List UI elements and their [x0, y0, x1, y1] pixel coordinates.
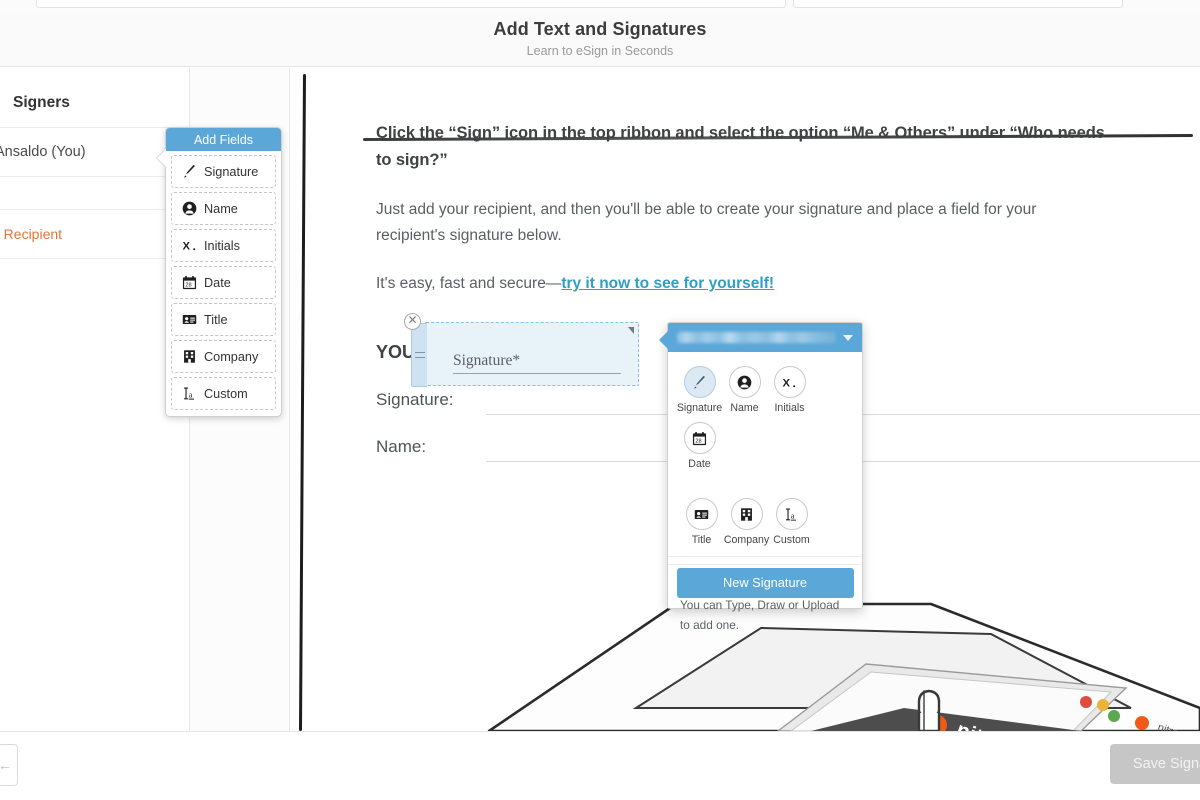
svg-text:28: 28 [695, 438, 701, 444]
signature-popup-tools-row1: Signature Name X Initials 28 Date [668, 352, 862, 484]
document-paragraph-1: Just add your recipient, and then you'll… [376, 201, 1037, 244]
signature-popup-footer: New Signature [668, 556, 862, 608]
field-label: Name [204, 201, 238, 216]
building-icon [181, 349, 197, 365]
initials-icon: X [181, 238, 197, 254]
modal-header: Add Text and Signatures Learn to eSign i… [0, 10, 1200, 67]
tool-title[interactable]: Title [679, 498, 724, 546]
document-heading: Click the “Sign” icon in the top ribbon … [376, 124, 1105, 169]
new-signature-button[interactable]: New Signature [676, 567, 854, 598]
initials-icon: X [773, 366, 806, 398]
field-label: Company [204, 349, 259, 364]
illustration-brand-small: nitro [1156, 721, 1180, 731]
illustration-brand: nitro [953, 718, 1005, 731]
divider [0, 176, 190, 177]
id-card-icon [181, 312, 197, 328]
signature-popup-header[interactable] [668, 323, 862, 352]
modal-footer: ← [0, 731, 1200, 800]
add-fields-title: Add Fields [166, 128, 281, 151]
custom-text-icon: a [181, 386, 197, 402]
field-label: Title [204, 312, 228, 327]
account-email-redacted [677, 332, 836, 343]
tool-company[interactable]: Company [724, 498, 769, 546]
pen-icon [181, 164, 197, 180]
field-drag-handle[interactable] [411, 322, 427, 387]
add-field-title[interactable]: Title [171, 303, 276, 336]
field-label: Signature [204, 164, 259, 179]
svg-text:a: a [188, 390, 192, 400]
add-field-company[interactable]: Company [171, 340, 276, 373]
document-paragraph-2: It's easy, fast and secure—try it now to… [376, 271, 1091, 296]
try-it-now-link[interactable]: try it now to see for yourself! [561, 275, 774, 292]
person-icon [728, 366, 761, 398]
tool-label: Signature [676, 402, 723, 414]
add-field-custom[interactable]: a Custom [171, 377, 276, 410]
tool-label: Title [691, 534, 712, 546]
sidebar-title: Signers [13, 94, 70, 111]
calendar-icon: 28 [181, 275, 197, 291]
tool-label: Date [688, 458, 711, 470]
field-label: Initials [204, 238, 240, 253]
page-subtitle: Learn to eSign in Seconds [526, 43, 674, 58]
name-line-label: Name: [376, 436, 427, 456]
divider [0, 258, 190, 259]
add-fields-panel: Add Fields Signature Name X Initials 28 … [165, 127, 282, 417]
app-root: Add Text and Signatures Learn to eSign i… [0, 0, 1200, 800]
top-cutoff-strip [0, 0, 1200, 10]
add-field-signature[interactable]: Signature [171, 155, 276, 188]
svg-text:X: X [782, 377, 790, 389]
page-title: Add Text and Signatures [493, 18, 707, 39]
tool-initials[interactable]: X Initials [767, 366, 812, 414]
tool-date[interactable]: 28 Date [677, 422, 722, 470]
save-signature-button[interactable]: Save Signature [1110, 744, 1200, 784]
back-button-cutoff[interactable]: ← [0, 744, 18, 786]
cutoff-input-left[interactable] [36, 0, 786, 8]
add-recipient-row[interactable]: d Recipient [0, 210, 190, 258]
close-icon[interactable]: ✕ [404, 312, 421, 330]
paragraph-2-prefix: It's easy, fast and secure— [376, 274, 562, 292]
building-icon [730, 498, 763, 530]
cutoff-input-right[interactable] [793, 0, 1123, 8]
placed-signature-field[interactable]: ✕ Signature* [404, 312, 639, 387]
tool-custom[interactable]: a Custom [769, 498, 814, 546]
signer-name: Ansaldo (You) [0, 144, 86, 160]
add-fields-list: Signature Name X Initials 28 Date Title … [166, 151, 281, 416]
tool-label: Custom [773, 534, 810, 546]
svg-text:28: 28 [185, 283, 191, 289]
tool-label: Name [730, 402, 759, 414]
tool-signature[interactable]: Signature [677, 366, 722, 414]
person-icon [181, 201, 197, 217]
signature-line-label: Signature: [376, 389, 454, 409]
chevron-down-icon[interactable] [843, 334, 853, 341]
add-field-name[interactable]: Name [171, 192, 276, 225]
add-field-date[interactable]: 28 Date [171, 266, 276, 299]
signature-popup: Signature Name X Initials 28 Date Title … [667, 322, 863, 632]
chevron-down-icon[interactable] [628, 326, 634, 334]
custom-text-icon: a [775, 498, 808, 530]
signature-popup-tools-row2: Title Company a Custom [668, 484, 862, 560]
add-fields-pointer [157, 149, 166, 167]
signers-sidebar: Signers Ansaldo (You) d Recipient [0, 68, 190, 731]
tool-label: Company [723, 534, 770, 546]
document-border-left [298, 74, 307, 731]
signature-field-placeholder: Signature* [453, 352, 621, 374]
svg-text:X: X [182, 241, 190, 253]
pen-icon [683, 366, 716, 398]
svg-text:a: a [791, 510, 795, 520]
field-label: Custom [204, 386, 248, 401]
field-label: Date [204, 275, 231, 290]
id-card-icon [685, 498, 718, 530]
add-recipient-link[interactable]: d Recipient [0, 226, 62, 242]
add-field-initials[interactable]: X Initials [171, 229, 276, 262]
signature-popup-pointer [659, 330, 669, 350]
tool-label: Initials [774, 402, 805, 414]
tool-name[interactable]: Name [722, 366, 767, 414]
calendar-icon: 28 [683, 422, 716, 454]
